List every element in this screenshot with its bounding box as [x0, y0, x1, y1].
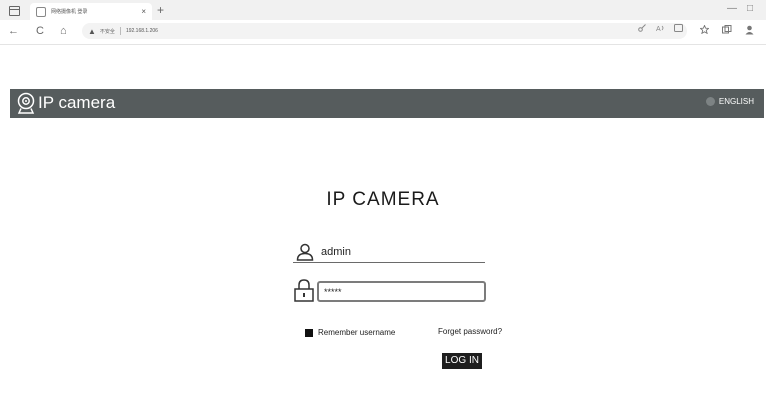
language-label[interactable]: ENGLISH — [719, 97, 754, 106]
divider — [119, 27, 121, 35]
login-button[interactable]: LOG IN — [442, 353, 482, 369]
username-input[interactable]: admin — [321, 245, 351, 259]
extension-icon[interactable] — [674, 24, 683, 32]
username-underline — [293, 262, 485, 263]
tab-actions-icon[interactable] — [9, 6, 20, 16]
reload-icon[interactable]: C — [36, 24, 44, 38]
tab-close-icon[interactable]: × — [141, 7, 146, 16]
forgot-password-link[interactable]: Forget password? — [438, 327, 502, 337]
language-selector[interactable]: ENGLISH — [705, 97, 754, 106]
warning-icon[interactable]: ▲ — [88, 27, 96, 36]
browser-tab[interactable]: 网络摄像机 登录 × — [30, 3, 152, 20]
password-field[interactable]: ***** — [317, 281, 486, 302]
login-title: IP CAMERA — [326, 189, 440, 210]
app-title: IP camera — [38, 93, 116, 112]
key-icon[interactable] — [638, 24, 646, 32]
address-bar[interactable]: ▲ 不安全 192.168.1.206 — [82, 23, 687, 39]
password-value: ***** — [324, 287, 342, 297]
page-icon — [36, 6, 46, 17]
remember-label[interactable]: Remember username — [318, 328, 395, 338]
user-icon — [296, 243, 314, 261]
minimize-icon[interactable]: — — [727, 3, 737, 15]
camera-icon — [17, 92, 35, 114]
browser-tab-strip: 网络摄像机 登录 × + — □ — [0, 0, 766, 20]
url-text[interactable]: 192.168.1.206 — [126, 28, 158, 34]
collections-icon[interactable] — [722, 25, 732, 34]
favorites-icon[interactable] — [700, 25, 709, 34]
home-icon[interactable]: ⌂ — [60, 24, 67, 38]
security-label: 不安全 — [99, 28, 115, 35]
lock-icon — [294, 279, 314, 302]
globe-icon — [705, 97, 715, 106]
read-aloud-icon[interactable]: A — [656, 24, 666, 32]
profile-icon[interactable] — [745, 25, 754, 35]
new-tab-button[interactable]: + — [157, 3, 164, 17]
app-header: IP camera ENGLISH — [10, 89, 764, 118]
remember-checkbox[interactable] — [305, 329, 313, 337]
back-icon[interactable]: ← — [8, 24, 19, 38]
restore-icon[interactable]: □ — [747, 3, 753, 15]
browser-toolbar: ← C ⌂ ▲ 不安全 192.168.1.206 A — [0, 20, 766, 45]
svg-text:A: A — [656, 26, 661, 32]
tab-title: 网络摄像机 登录 — [51, 9, 88, 15]
